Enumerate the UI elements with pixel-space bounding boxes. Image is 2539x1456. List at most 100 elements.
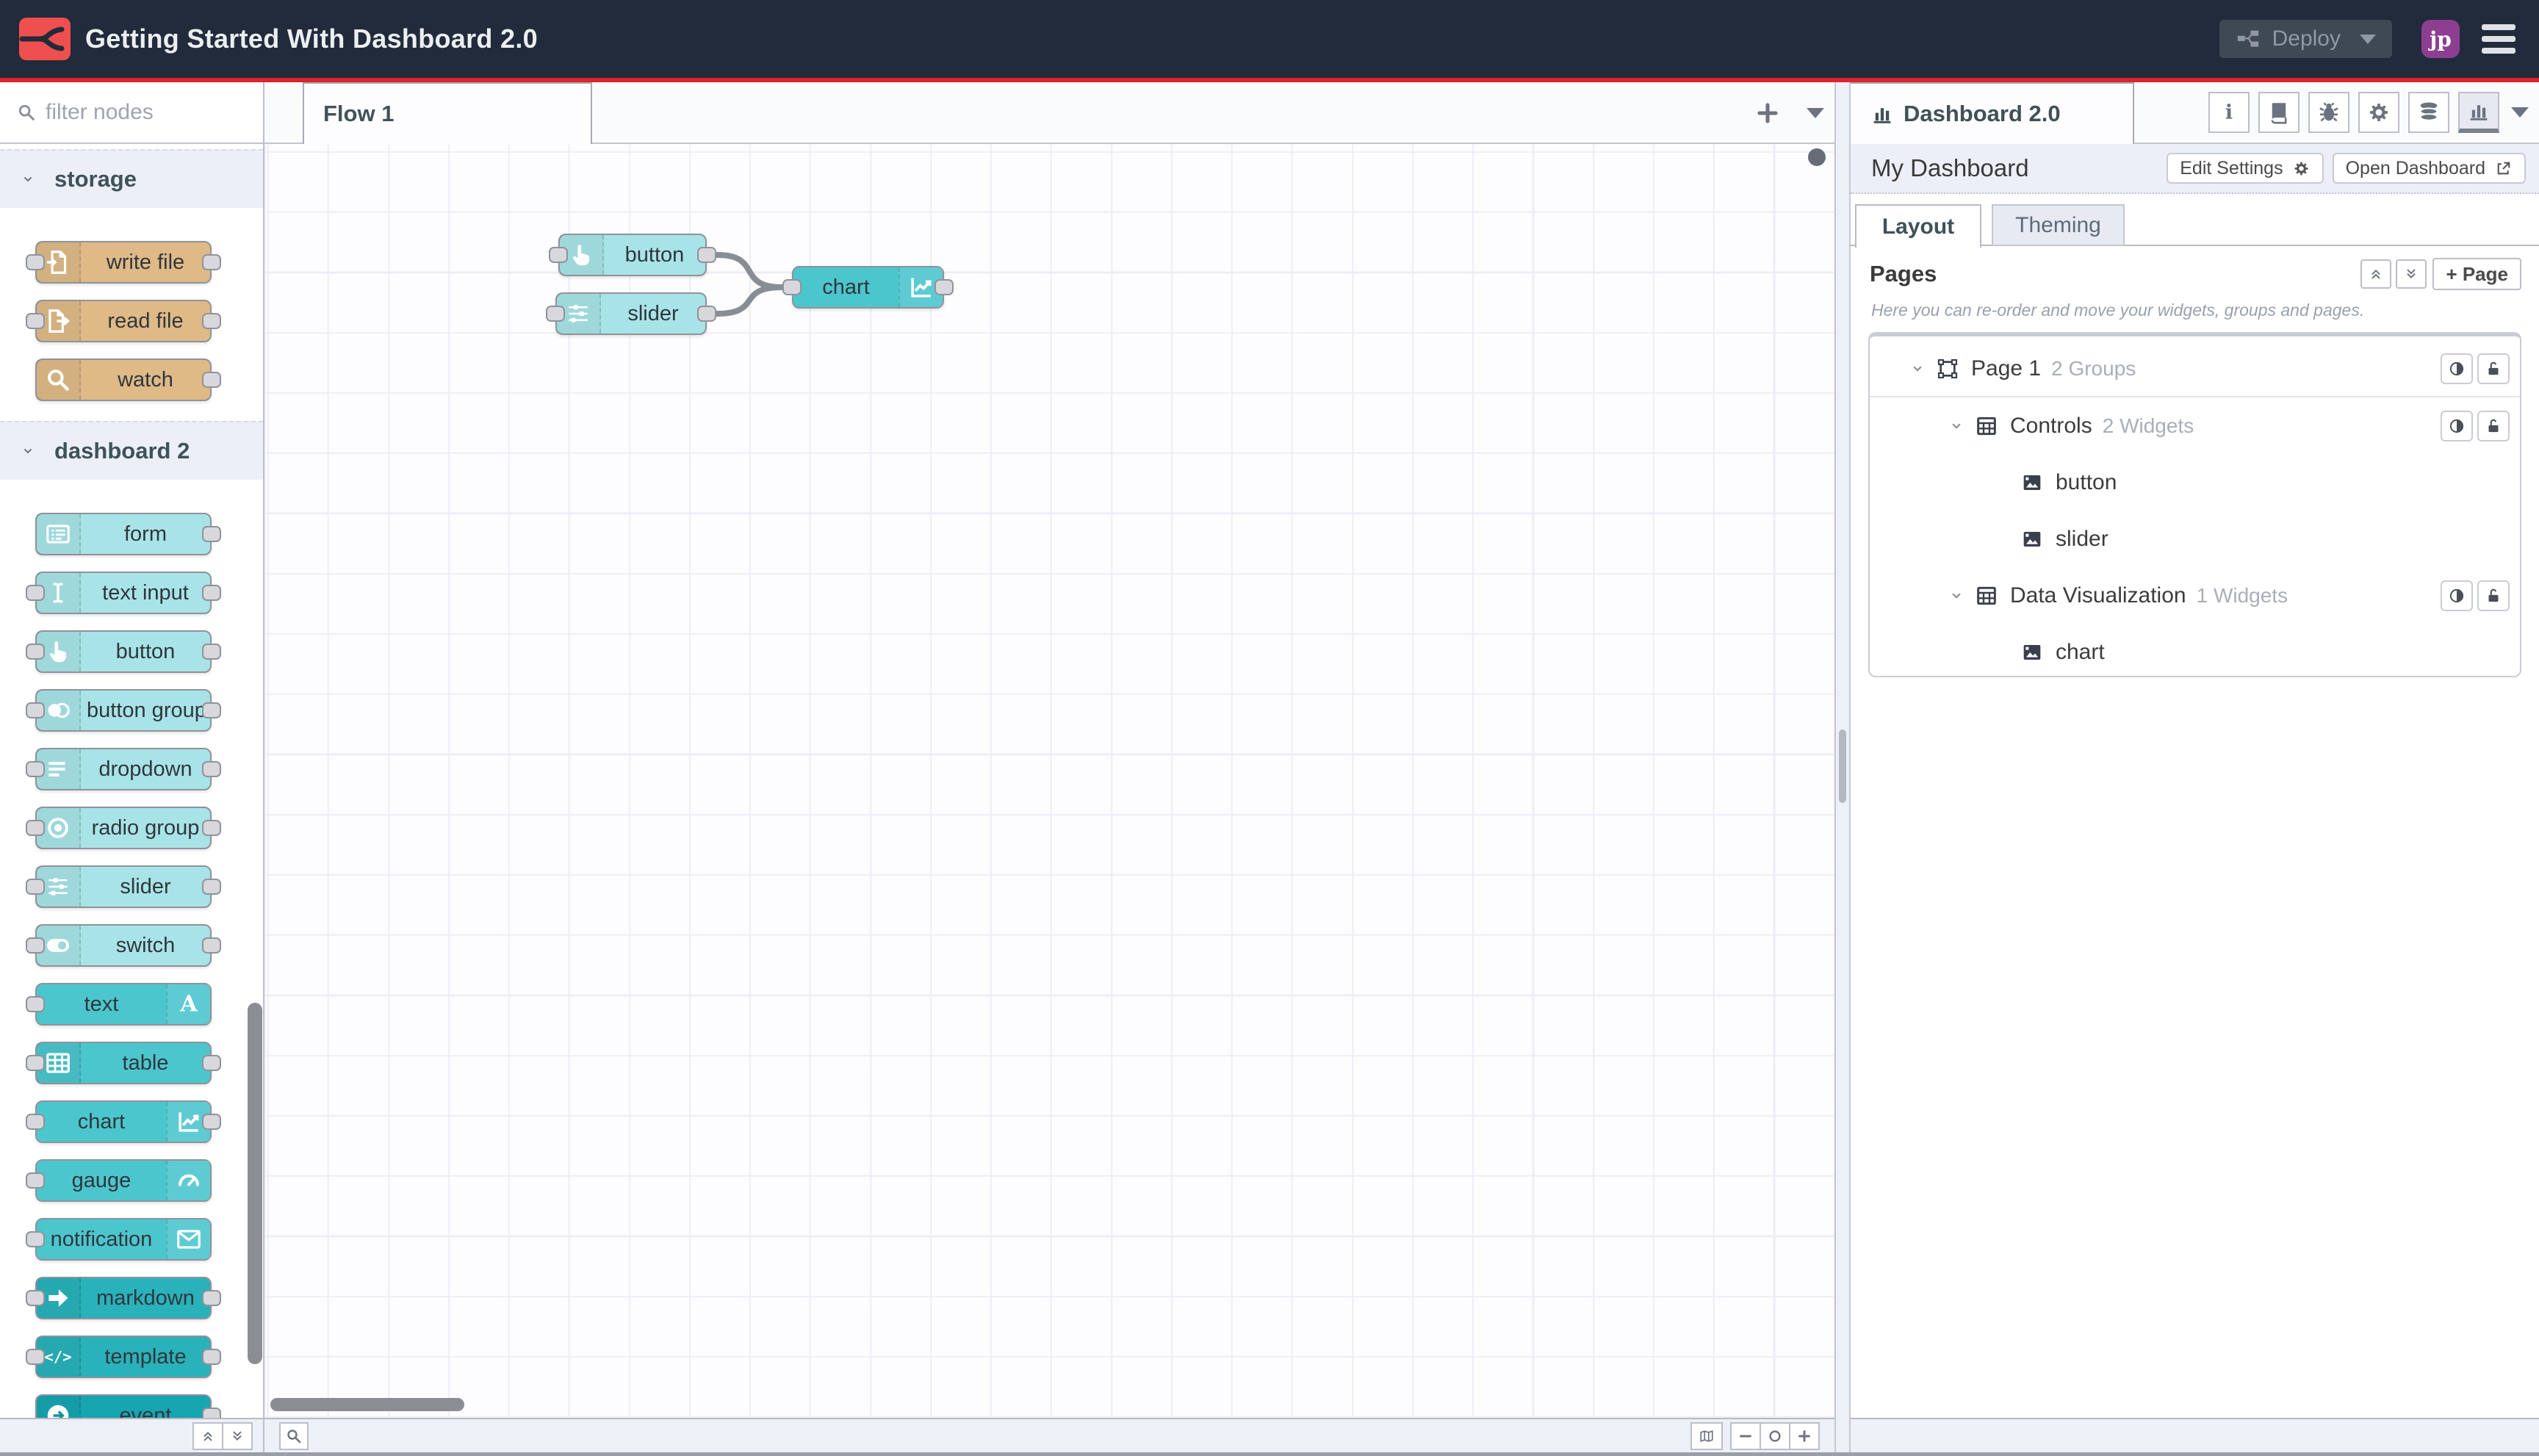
- node-button[interactable]: button: [26, 630, 221, 673]
- add-page-button[interactable]: + Page: [2432, 258, 2521, 290]
- input-port[interactable]: [26, 585, 45, 601]
- input-port[interactable]: [26, 1172, 45, 1189]
- node-gauge[interactable]: gauge: [26, 1159, 212, 1202]
- output-port[interactable]: [697, 306, 716, 322]
- node-radio-group[interactable]: radio group: [26, 807, 221, 849]
- lock-toggle-button[interactable]: [2477, 353, 2510, 384]
- deploy-caret-icon[interactable]: [2360, 34, 2376, 44]
- output-port[interactable]: [697, 247, 716, 263]
- palette-category-header[interactable]: dashboard 2: [0, 421, 263, 480]
- node-template[interactable]: </> template: [26, 1336, 221, 1378]
- output-port[interactable]: [202, 879, 221, 895]
- wire[interactable]: [714, 284, 785, 317]
- output-port[interactable]: [934, 279, 954, 295]
- output-port[interactable]: [202, 585, 221, 601]
- lock-toggle-button[interactable]: [2477, 580, 2510, 611]
- output-port[interactable]: [202, 644, 221, 660]
- sidebar-tabs-caret-icon[interactable]: [2511, 107, 2529, 118]
- pages-expand-all-button[interactable]: [2396, 259, 2427, 289]
- input-port[interactable]: [26, 1349, 45, 1365]
- node-form[interactable]: form: [35, 513, 221, 555]
- input-port[interactable]: [26, 254, 45, 270]
- node-button[interactable]: button: [549, 234, 716, 276]
- sidebar-tab-dashboard[interactable]: Dashboard 2.0: [1851, 82, 2134, 144]
- input-port[interactable]: [26, 1290, 45, 1306]
- output-port[interactable]: [202, 820, 221, 836]
- deploy-button[interactable]: Deploy: [2219, 20, 2392, 58]
- lock-toggle-button[interactable]: [2477, 410, 2510, 442]
- palette-scrollbar[interactable]: [248, 1003, 262, 1364]
- node-slider[interactable]: slider: [26, 865, 221, 908]
- input-port[interactable]: [26, 1055, 45, 1071]
- tree-row-slider[interactable]: slider: [1870, 511, 2520, 567]
- visibility-toggle-button[interactable]: [2441, 353, 2473, 384]
- sidebar-panel-gear-button[interactable]: [2358, 92, 2399, 133]
- node-event[interactable]: event: [35, 1394, 221, 1418]
- input-port[interactable]: [546, 306, 565, 322]
- output-port[interactable]: [202, 1290, 221, 1306]
- flow-canvas[interactable]: button slider chart: [264, 144, 1834, 1418]
- user-avatar[interactable]: jp: [2421, 20, 2460, 58]
- input-port[interactable]: [549, 247, 568, 263]
- wire[interactable]: [714, 252, 785, 290]
- node-markdown[interactable]: markdown: [26, 1277, 221, 1319]
- palette-expand-all-button[interactable]: [222, 1421, 253, 1450]
- output-port[interactable]: [202, 313, 221, 329]
- pages-collapse-all-button[interactable]: [2360, 259, 2392, 289]
- sidebar-panel-chart-bar-button[interactable]: [2458, 92, 2499, 133]
- node-notification[interactable]: notification: [26, 1218, 212, 1261]
- node-write-file[interactable]: write file: [26, 241, 221, 284]
- output-port[interactable]: [202, 1408, 221, 1418]
- output-port[interactable]: [202, 1055, 221, 1071]
- tab-layout[interactable]: Layout: [1855, 204, 1981, 248]
- flow-list-caret-icon[interactable]: [1807, 108, 1824, 118]
- chevron-down-icon[interactable]: [1947, 586, 1966, 605]
- palette-collapse-all-button[interactable]: [192, 1421, 223, 1450]
- node-chart[interactable]: chart: [26, 1100, 221, 1143]
- palette-scroll-area[interactable]: storage write file read file watch dashboa…: [0, 144, 263, 1418]
- input-port[interactable]: [26, 937, 45, 954]
- input-port[interactable]: [26, 313, 45, 329]
- sidebar-resize-separator[interactable]: [1834, 82, 1851, 1452]
- chevron-down-icon[interactable]: [1908, 359, 1927, 378]
- zoom-out-button[interactable]: [1730, 1421, 1761, 1450]
- input-port[interactable]: [26, 820, 45, 836]
- tree-row-button[interactable]: button: [1870, 454, 2520, 511]
- node-watch[interactable]: watch: [35, 358, 221, 401]
- node-chart[interactable]: chart: [782, 266, 954, 309]
- tree-row-chart[interactable]: chart: [1870, 624, 2520, 680]
- output-port[interactable]: [202, 254, 221, 270]
- flow-tab[interactable]: Flow 1: [303, 82, 592, 144]
- input-port[interactable]: [26, 1231, 45, 1247]
- edit-settings-button[interactable]: Edit Settings: [2167, 153, 2324, 184]
- output-port[interactable]: [202, 1349, 221, 1365]
- canvas-search-button[interactable]: [279, 1421, 309, 1450]
- output-port[interactable]: [202, 702, 221, 718]
- output-port[interactable]: [202, 1114, 221, 1130]
- input-port[interactable]: [782, 279, 802, 295]
- open-dashboard-button[interactable]: Open Dashboard: [2332, 153, 2526, 184]
- tree-row-controls[interactable]: Controls 2 Widgets: [1870, 397, 2520, 454]
- canvas-horizontal-scrollbar[interactable]: [270, 1398, 464, 1411]
- zoom-reset-button[interactable]: [1760, 1421, 1790, 1450]
- add-flow-button[interactable]: [1754, 99, 1782, 127]
- chevron-down-icon[interactable]: [1947, 417, 1966, 436]
- palette-category-header[interactable]: storage: [0, 149, 263, 208]
- visibility-toggle-button[interactable]: [2441, 580, 2473, 611]
- filter-nodes-input[interactable]: [46, 100, 229, 125]
- palette-search[interactable]: [0, 82, 263, 144]
- input-port[interactable]: [26, 702, 45, 718]
- zoom-in-button[interactable]: [1789, 1421, 1820, 1450]
- node-text-input[interactable]: text input: [26, 572, 221, 614]
- input-port[interactable]: [26, 1114, 45, 1130]
- input-port[interactable]: [26, 879, 45, 895]
- output-port[interactable]: [202, 937, 221, 954]
- node-button-group[interactable]: button group: [26, 689, 221, 732]
- node-text[interactable]: Atext: [26, 983, 212, 1026]
- node-table[interactable]: table: [26, 1042, 221, 1084]
- visibility-toggle-button[interactable]: [2441, 410, 2473, 442]
- input-port[interactable]: [26, 761, 45, 777]
- minimap-button[interactable]: [1690, 1421, 1723, 1450]
- tree-row-page-1[interactable]: Page 1 2 Groups: [1870, 341, 2520, 397]
- canvas-vertical-scrollbar[interactable]: [1808, 148, 1826, 166]
